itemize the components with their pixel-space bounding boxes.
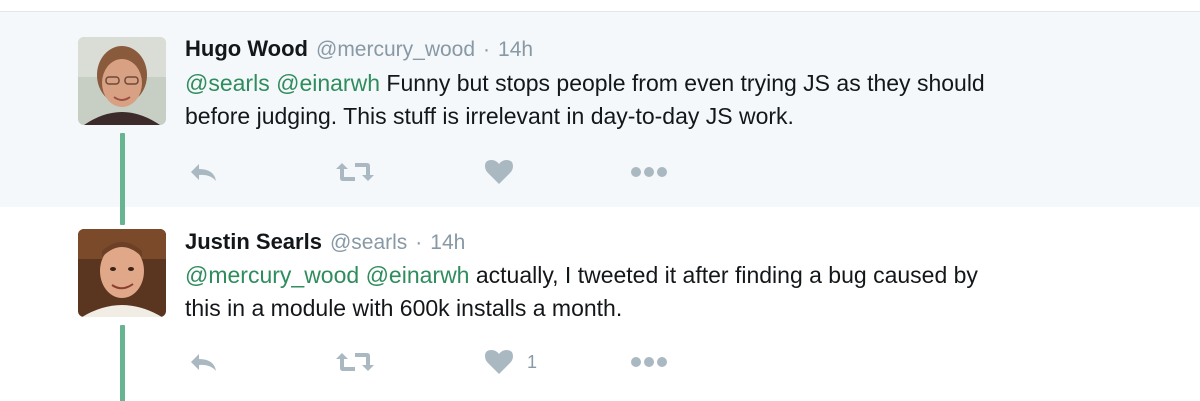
more-icon (631, 167, 667, 177)
more-icon (631, 357, 667, 367)
reply-button[interactable] (188, 157, 220, 187)
top-strip (0, 0, 1200, 12)
like-icon (485, 160, 513, 184)
tweet-text-line: actually, I tweeted it after finding a b… (475, 262, 978, 288)
separator-dot: · (483, 38, 491, 61)
tweet[interactable]: Justin Searls @searls · 14h @mercury_woo… (0, 207, 1200, 401)
like-count: 1 (527, 351, 538, 372)
retweet-button[interactable] (335, 157, 375, 187)
tweet-text: @searls @einarwh Funny but stops people … (185, 67, 1145, 133)
tweet-header: Justin Searls @searls · 14h (185, 229, 465, 255)
thread-connector (120, 325, 125, 401)
tweet-text-line: this in a module with 600k installs a mo… (185, 295, 623, 321)
retweet-icon (336, 353, 374, 371)
author-handle[interactable]: @mercury_wood (316, 38, 475, 62)
like-icon (485, 350, 513, 374)
mention-link[interactable]: @searls (185, 70, 270, 96)
more-button[interactable] (630, 157, 668, 187)
tweet-text-line: before judging. This stuff is irrelevant… (185, 103, 794, 129)
mention-link[interactable]: @einarwh (366, 262, 470, 288)
avatar[interactable] (78, 229, 166, 317)
mention-link[interactable]: @einarwh (276, 70, 380, 96)
author-handle[interactable]: @searls (330, 231, 407, 255)
action-bar (185, 157, 685, 187)
like-button[interactable]: 1 (485, 347, 537, 377)
tweet-header: Hugo Wood @mercury_wood · 14h (185, 36, 533, 62)
tweet[interactable]: Hugo Wood @mercury_wood · 14h @searls @e… (0, 12, 1200, 207)
mention-link[interactable]: @mercury_wood (185, 262, 359, 288)
like-button[interactable] (485, 157, 527, 187)
timestamp[interactable]: 14h (430, 231, 465, 255)
timestamp[interactable]: 14h (498, 38, 533, 62)
separator-dot: · (415, 231, 423, 254)
avatar[interactable] (78, 37, 166, 125)
thread-connector (120, 133, 125, 225)
more-button[interactable] (630, 347, 668, 377)
reply-icon (191, 164, 216, 181)
retweet-icon (336, 163, 374, 181)
tweet-text-line: Funny but stops people from even trying … (386, 70, 985, 96)
action-bar: 1 (185, 347, 685, 377)
tweet-text: @mercury_wood @einarwh actually, I tweet… (185, 259, 1145, 325)
reply-button[interactable] (188, 347, 220, 377)
author-name[interactable]: Hugo Wood (185, 36, 308, 62)
reply-icon (191, 354, 216, 371)
retweet-button[interactable] (335, 347, 375, 377)
author-name[interactable]: Justin Searls (185, 229, 322, 255)
